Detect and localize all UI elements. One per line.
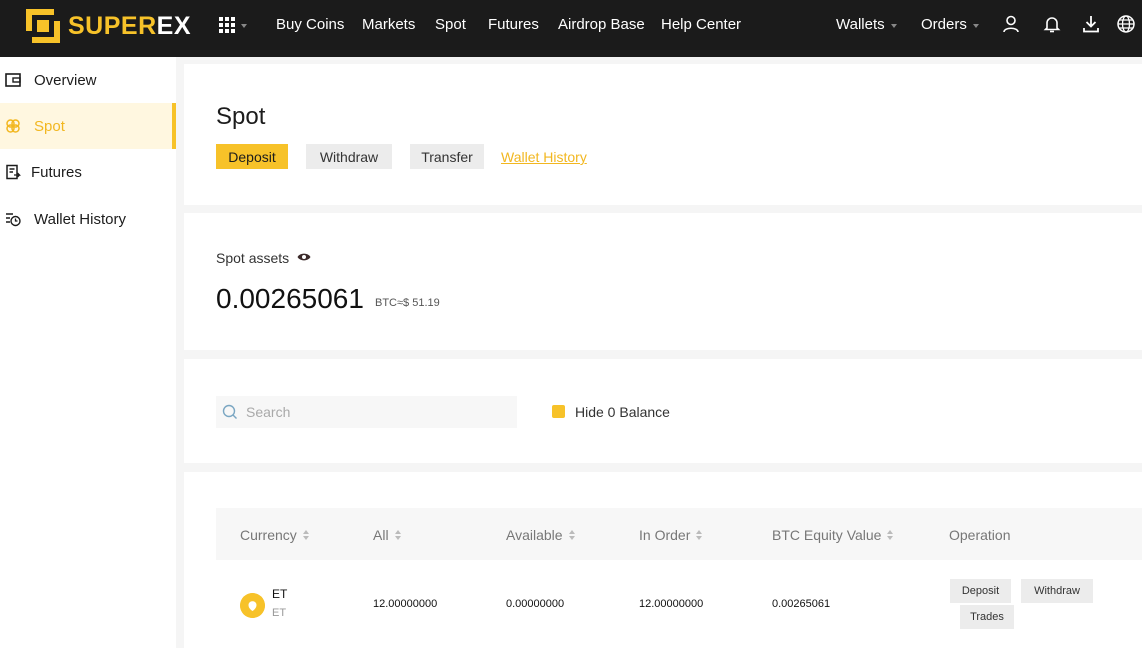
wallet-history-link[interactable]: Wallet History: [501, 149, 587, 165]
sort-icon: [696, 529, 703, 541]
chevron-down-icon: [241, 24, 247, 28]
chevron-down-icon: [890, 23, 897, 28]
sidebar-item-label: Overview: [34, 71, 97, 89]
orders-menu[interactable]: Orders: [921, 16, 979, 33]
sort-icon: [887, 529, 894, 541]
grid-icon: [219, 17, 235, 33]
column-header-currency[interactable]: Currency: [240, 527, 310, 543]
withdraw-button[interactable]: Withdraw: [306, 144, 392, 169]
orders-label: Orders: [921, 16, 967, 33]
transfer-button[interactable]: Transfer: [410, 144, 484, 169]
logo-text: SUPEREX: [68, 11, 191, 40]
sidebar-item-overview[interactable]: Overview: [0, 57, 176, 103]
globe-icon[interactable]: [1116, 14, 1136, 34]
page-title: Spot: [216, 103, 266, 130]
wallets-menu[interactable]: Wallets: [836, 16, 897, 33]
spot-assets-label: Spot assets: [216, 250, 290, 266]
deposit-button[interactable]: Deposit: [216, 144, 288, 169]
search-box: [216, 396, 517, 428]
sidebar-item-label: Spot: [34, 117, 65, 135]
cell-btc-equity-value: 0.00265061: [772, 598, 831, 610]
nav-help-center[interactable]: Help Center: [661, 16, 741, 33]
sidebar-item-label: Futures: [31, 163, 82, 181]
cell-available: 0.00000000: [506, 598, 565, 610]
nav-markets[interactable]: Markets: [362, 16, 415, 33]
user-icon[interactable]: [1001, 14, 1021, 34]
assets-table-panel: Currency All Available In Order BTC Equi…: [184, 472, 1142, 648]
bell-icon[interactable]: [1042, 14, 1062, 34]
search-icon: [222, 404, 237, 419]
row-withdraw-button[interactable]: Withdraw: [1021, 579, 1093, 603]
filter-panel: Hide 0 Balance: [184, 359, 1142, 463]
search-input[interactable]: [246, 396, 511, 428]
cell-in-order: 12.00000000: [639, 598, 704, 610]
nav-spot[interactable]: Spot: [435, 16, 466, 33]
sidebar-item-label: Wallet History: [34, 210, 126, 228]
chevron-down-icon: [972, 23, 979, 28]
logo-mark-icon: [26, 9, 60, 43]
cell-all: 12.00000000: [373, 598, 438, 610]
wallet-icon: [5, 73, 21, 87]
sidebar-item-futures[interactable]: Futures: [0, 149, 176, 195]
sort-icon: [568, 529, 576, 541]
row-trades-button[interactable]: Trades: [960, 605, 1014, 629]
futures-icon: [6, 164, 21, 180]
hide-zero-balance-checkbox[interactable]: [552, 405, 565, 418]
sort-icon: [302, 529, 310, 541]
sidebar: Overview Spot Futures Wallet History: [0, 57, 176, 648]
nav-airdrop-base[interactable]: Airdrop Base: [558, 16, 645, 33]
currency-symbol: ET: [272, 587, 288, 601]
currency-name: ET: [272, 607, 287, 619]
et-coin-icon: [240, 593, 265, 618]
column-header-btc-equity-value[interactable]: BTC Equity Value: [772, 527, 894, 543]
hide-zero-balance-label: Hide 0 Balance: [575, 404, 670, 420]
nav-buy-coins[interactable]: Buy Coins: [276, 16, 344, 33]
wallets-label: Wallets: [836, 16, 885, 33]
spot-icon: [6, 119, 20, 133]
top-navbar: SUPEREX Buy Coins Markets Spot Futures A…: [0, 0, 1142, 57]
column-header-available[interactable]: Available: [506, 527, 576, 543]
sidebar-item-spot[interactable]: Spot: [0, 103, 176, 149]
column-header-operation: Operation: [949, 527, 1011, 543]
column-header-in-order[interactable]: In Order: [639, 527, 703, 543]
column-header-all[interactable]: All: [373, 527, 402, 543]
spot-assets-panel: Spot assets 0.00265061 BTC≈$ 51.19: [184, 213, 1142, 350]
row-deposit-button[interactable]: Deposit: [950, 579, 1011, 603]
apps-menu-button[interactable]: [219, 17, 247, 33]
eye-icon[interactable]: [297, 252, 311, 262]
spot-header-panel: Spot Deposit Withdraw Transfer Wallet Hi…: [184, 64, 1142, 205]
sidebar-item-wallet-history[interactable]: Wallet History: [0, 196, 176, 242]
spot-assets-value: 0.00265061: [216, 283, 364, 314]
table-header: Currency All Available In Order BTC Equi…: [216, 508, 1142, 560]
nav-futures[interactable]: Futures: [488, 16, 539, 33]
history-icon: [6, 213, 21, 227]
sort-icon: [394, 529, 402, 541]
superex-logo[interactable]: SUPEREX: [26, 9, 191, 43]
spot-assets-unit: BTC≈$ 51.19: [375, 297, 440, 309]
download-icon[interactable]: [1081, 14, 1101, 34]
